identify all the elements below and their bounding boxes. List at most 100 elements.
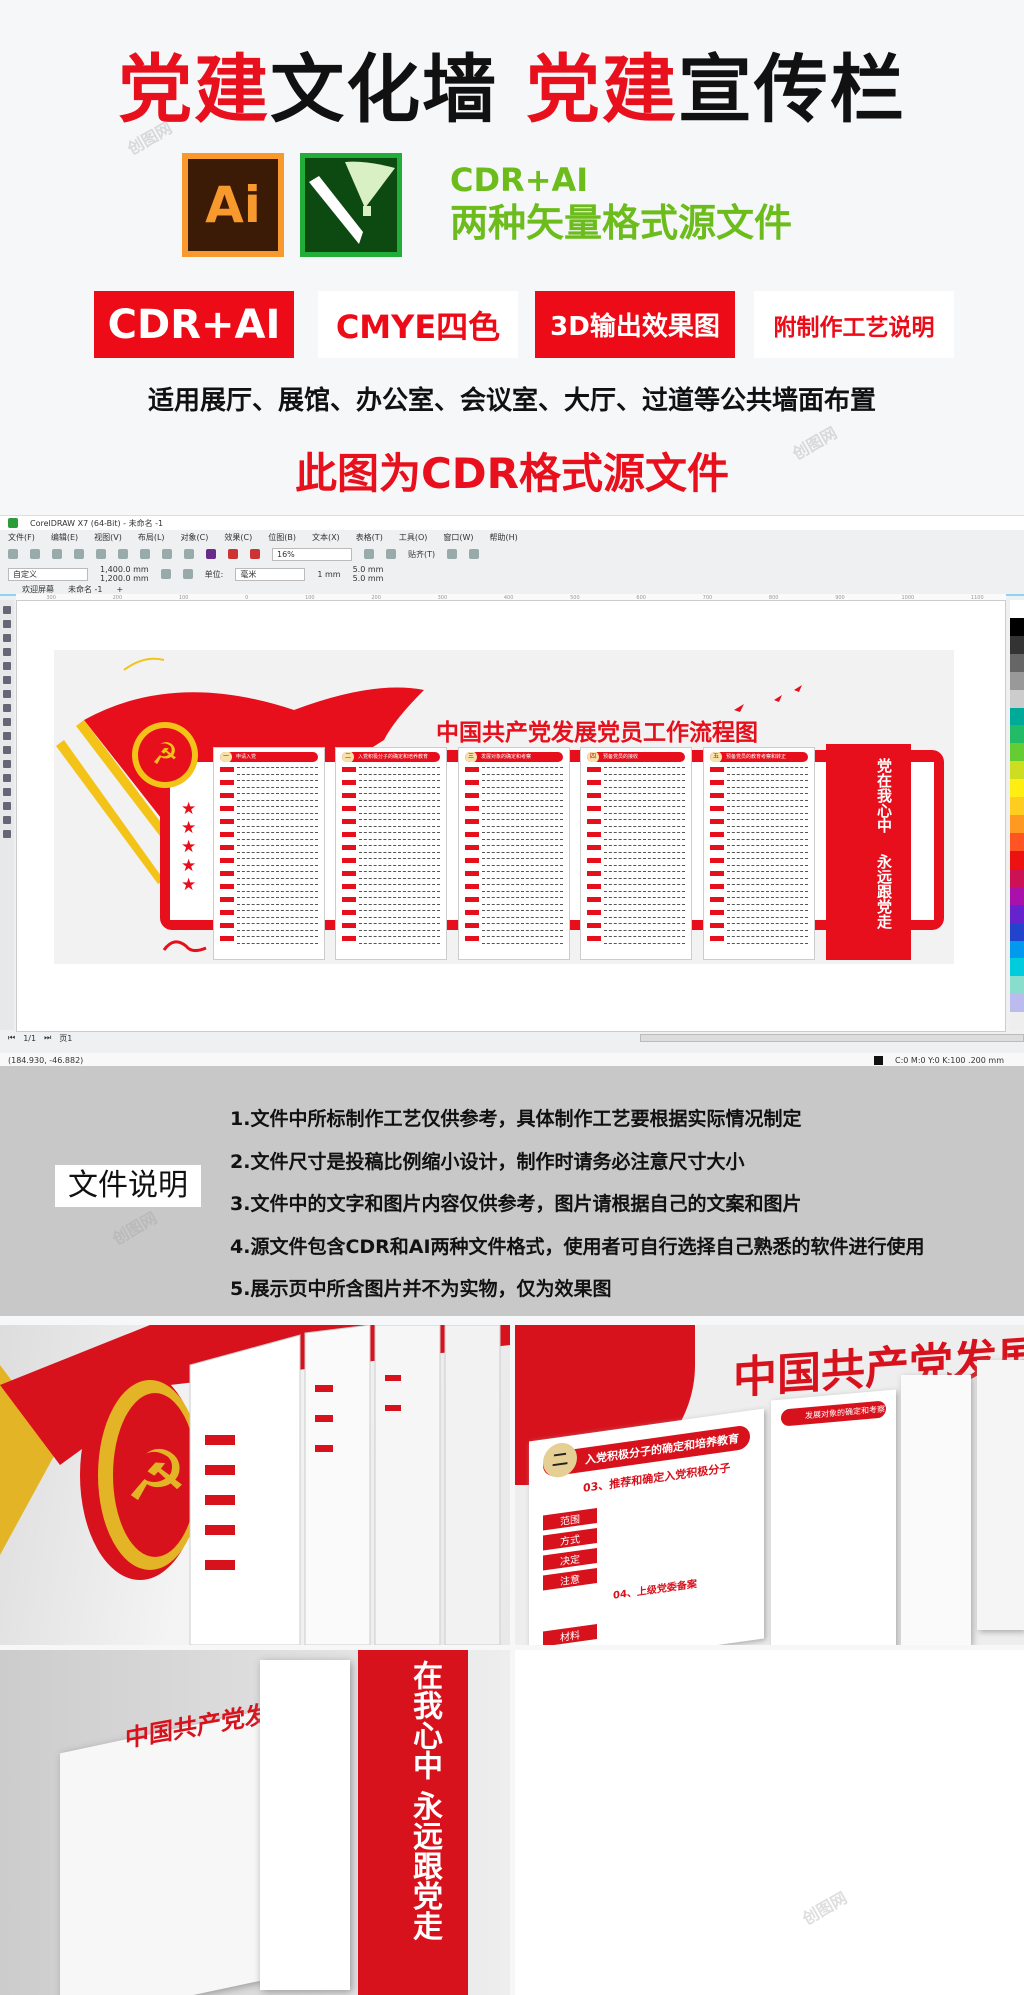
- menu-bitmaps[interactable]: 位图(B): [268, 532, 296, 543]
- add-tab-icon[interactable]: +: [117, 585, 124, 594]
- usage-text: 适用展厅、展馆、办公室、会议室、大厅、过道等公共墙面布置: [147, 386, 876, 416]
- menu-window[interactable]: 窗口(W): [443, 532, 473, 543]
- interactive-fill-icon[interactable]: [3, 816, 11, 824]
- pick-tool-icon[interactable]: [3, 606, 11, 614]
- palette-swatch[interactable]: [1010, 653, 1024, 672]
- shape-tool-icon[interactable]: [3, 620, 11, 628]
- panel-row: [220, 767, 318, 775]
- menu-help[interactable]: 帮助(H): [490, 532, 518, 543]
- palette-swatch[interactable]: [1010, 1012, 1024, 1031]
- blank-area: [515, 1650, 1024, 1995]
- rectangle-tool-icon[interactable]: [3, 690, 11, 698]
- palette-swatch[interactable]: [1010, 922, 1024, 941]
- menu-layout[interactable]: 布局(L): [138, 532, 165, 543]
- toolbox: [0, 600, 14, 1030]
- palette-swatch[interactable]: [1010, 635, 1024, 654]
- horizontal-scrollbar[interactable]: [640, 1034, 1024, 1042]
- palette-swatch[interactable]: [1010, 797, 1024, 816]
- portrait-icon[interactable]: [160, 569, 171, 579]
- polygon-tool-icon[interactable]: [3, 718, 11, 726]
- palette-swatch[interactable]: [1010, 671, 1024, 690]
- palette-swatch[interactable]: [1010, 850, 1024, 869]
- flow-panel-2: 二入党积极分子的确定和培养教育: [335, 747, 447, 960]
- first-page-icon[interactable]: ⏮: [8, 1033, 15, 1043]
- launch-icon[interactable]: [469, 549, 480, 559]
- palette-swatch[interactable]: [1010, 725, 1024, 744]
- standard-toolbar: 16% 贴齐(T): [0, 545, 1024, 563]
- freehand-tool-icon[interactable]: [3, 662, 11, 670]
- page-width-field[interactable]: 1,400.0 mm: [100, 565, 149, 574]
- palette-swatch[interactable]: [1010, 761, 1024, 780]
- last-page-icon[interactable]: ⏭: [44, 1033, 51, 1043]
- zoom-tool-icon[interactable]: [3, 648, 11, 656]
- palette-swatch[interactable]: [1010, 832, 1024, 851]
- zoom-select[interactable]: 16%: [272, 547, 352, 561]
- landscape-icon[interactable]: [182, 569, 193, 579]
- palette-swatch[interactable]: [1010, 779, 1024, 798]
- redo-icon[interactable]: [184, 549, 194, 559]
- text-tool-icon[interactable]: [3, 732, 11, 740]
- paste-icon[interactable]: [140, 549, 150, 559]
- palette-swatch[interactable]: [1010, 994, 1024, 1013]
- nudge-field[interactable]: 1 mm: [317, 570, 340, 579]
- undo-icon[interactable]: [162, 549, 172, 559]
- palette-swatch[interactable]: [1010, 940, 1024, 959]
- palette-swatch[interactable]: [1010, 958, 1024, 977]
- options-icon[interactable]: [447, 549, 458, 559]
- menu-file[interactable]: 文件(F): [8, 532, 35, 543]
- note-item: 5.展示页中所含图片并不为实物，仅为效果图: [230, 1278, 612, 1300]
- palette-swatch[interactable]: [1010, 886, 1024, 905]
- palette-swatch[interactable]: [1010, 815, 1024, 833]
- ellipse-tool-icon[interactable]: [3, 704, 11, 712]
- snap-to-dropdown[interactable]: 贴齐(T): [408, 549, 435, 560]
- menu-table[interactable]: 表格(T): [356, 532, 383, 543]
- full-screen-icon[interactable]: [364, 549, 374, 559]
- crop-tool-icon[interactable]: [3, 634, 11, 642]
- palette-swatch[interactable]: [1010, 868, 1024, 887]
- panel-row: [710, 923, 808, 931]
- menu-edit[interactable]: 编辑(E): [51, 532, 78, 543]
- palette-swatch[interactable]: [1010, 600, 1024, 618]
- parallel-dimension-icon[interactable]: [3, 746, 11, 754]
- menu-tools[interactable]: 工具(O): [399, 532, 428, 543]
- print-icon[interactable]: [74, 549, 84, 559]
- rulers-icon[interactable]: [386, 549, 396, 559]
- cut-icon[interactable]: [96, 549, 106, 559]
- export-icon[interactable]: [250, 549, 260, 559]
- page-preset-select[interactable]: 自定义: [8, 567, 88, 581]
- page-height-field[interactable]: 1,200.0 mm: [100, 574, 149, 583]
- drop-shadow-icon[interactable]: [3, 774, 11, 782]
- smart-fill-icon[interactable]: [3, 830, 11, 838]
- artistic-media-icon[interactable]: [3, 676, 11, 684]
- render-photo-3: 中国共产党发展党员 在我心中 永远跟党走: [0, 1650, 510, 1995]
- import-icon[interactable]: [228, 549, 238, 559]
- palette-swatch[interactable]: [1010, 617, 1024, 636]
- duplicate-y-field[interactable]: 5.0 mm: [353, 574, 384, 583]
- palette-swatch[interactable]: [1010, 976, 1024, 995]
- palette-swatch[interactable]: [1010, 743, 1024, 762]
- palette-swatch[interactable]: [1010, 904, 1024, 923]
- copy-icon[interactable]: [118, 549, 128, 559]
- render-photo-1: ☭: [0, 1325, 510, 1645]
- panel-row: [587, 858, 685, 866]
- menu-view[interactable]: 视图(V): [94, 532, 122, 543]
- units-select[interactable]: 毫米: [235, 567, 306, 581]
- open-icon[interactable]: [30, 549, 40, 559]
- page-tab[interactable]: 页1: [59, 1033, 72, 1044]
- artwork: ☭ ★ ★ ★ ★ ★ 中国共产党发展党员工作流程图 一申请入党 二入党积极分子的确定和…: [54, 650, 954, 964]
- palette-swatch[interactable]: [1010, 707, 1024, 726]
- color-palette[interactable]: [1010, 600, 1024, 1031]
- menu-effects[interactable]: 效果(C): [224, 532, 252, 543]
- duplicate-x-field[interactable]: 5.0 mm: [353, 565, 384, 574]
- transparency-icon[interactable]: [3, 788, 11, 796]
- palette-swatch[interactable]: [1010, 689, 1024, 708]
- menu-text[interactable]: 文本(X): [312, 532, 340, 543]
- drawing-canvas[interactable]: ☭ ★ ★ ★ ★ ★ 中国共产党发展党员工作流程图 一申请入党 二入党积极分子的确定和…: [16, 600, 1006, 1032]
- eyedropper-icon[interactable]: [3, 802, 11, 810]
- save-icon[interactable]: [52, 549, 62, 559]
- new-icon[interactable]: [8, 549, 18, 559]
- connector-tool-icon[interactable]: [3, 760, 11, 768]
- panel-row: [342, 806, 440, 814]
- menu-object[interactable]: 对象(C): [181, 532, 209, 543]
- search-content-icon[interactable]: [206, 549, 216, 559]
